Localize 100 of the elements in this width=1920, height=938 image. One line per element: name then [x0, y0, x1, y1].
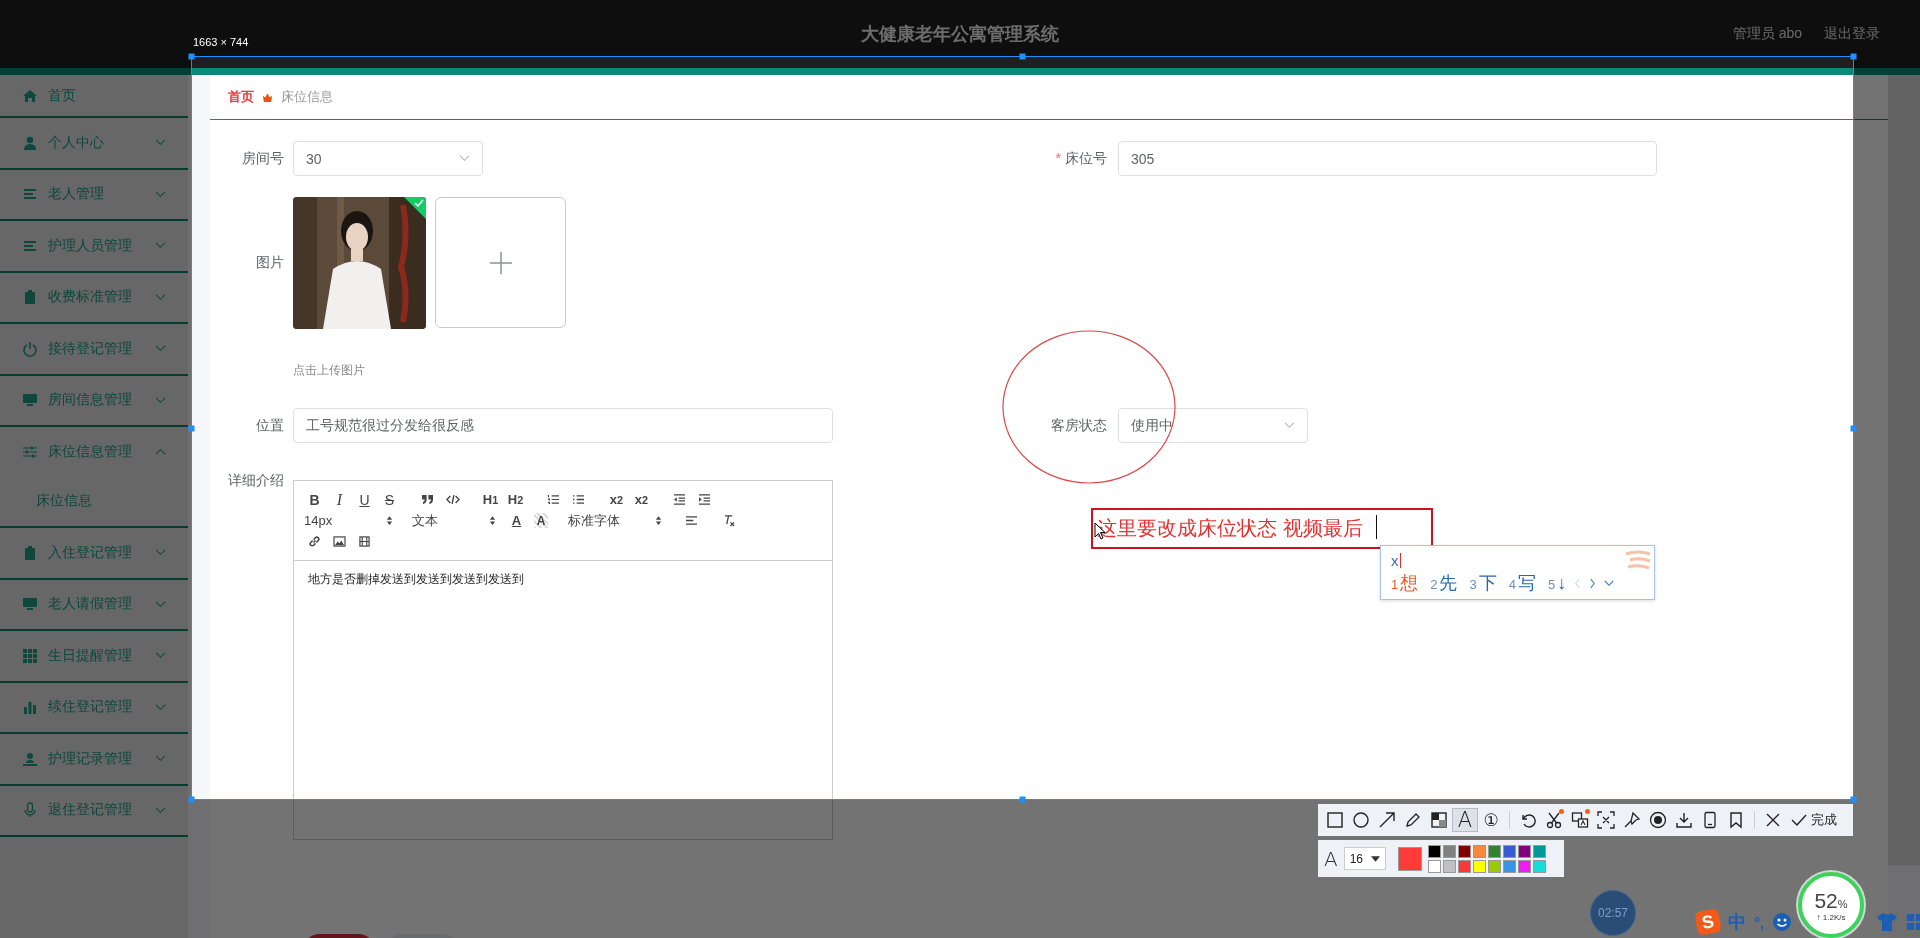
image-icon	[333, 536, 346, 547]
chevron-down-icon	[155, 190, 166, 198]
required-mark: *	[1055, 149, 1061, 168]
link-icon	[308, 535, 321, 548]
ime-candidate[interactable]: 2 先	[1430, 571, 1458, 595]
pin-icon	[1623, 811, 1641, 829]
color-swatch[interactable]	[1472, 844, 1486, 858]
color-swatch[interactable]	[1457, 859, 1471, 873]
chevron-down-icon	[155, 600, 166, 608]
field-label: 房间号	[241, 149, 285, 168]
color-swatch[interactable]	[1427, 844, 1441, 858]
bullet-list-icon	[572, 494, 585, 505]
color-swatch[interactable]	[1532, 844, 1546, 858]
text-cursor	[1376, 515, 1377, 539]
phone-icon	[1701, 811, 1719, 829]
color-swatch[interactable]	[1502, 844, 1516, 858]
chevron-down-icon	[155, 242, 166, 250]
upload-hint: 点击上传图片	[293, 362, 365, 379]
chevron-down-icon	[155, 396, 166, 404]
power-icon	[22, 340, 38, 357]
format-button[interactable]: I	[327, 489, 352, 510]
ime-candidate[interactable]: 1想	[1391, 571, 1419, 595]
color-swatch[interactable]	[1457, 844, 1471, 858]
field-label: 床位号	[1065, 149, 1107, 168]
format-button[interactable]: S	[377, 489, 402, 510]
chevron-down-icon	[155, 139, 166, 147]
location-field[interactable]: 工号规范很过分发给很反感	[293, 408, 833, 443]
translate-icon	[1571, 811, 1589, 829]
size-picker[interactable]: 14px	[302, 510, 397, 531]
smiley-icon[interactable]	[1772, 912, 1793, 932]
color-swatch[interactable]	[1487, 859, 1501, 873]
code-icon	[445, 494, 460, 505]
outdent-icon	[673, 494, 686, 505]
room-select[interactable]: 30	[293, 141, 483, 176]
download-icon	[1675, 811, 1693, 829]
color-swatch[interactable]	[1517, 844, 1531, 858]
bed-number-field[interactable]: 305	[1118, 141, 1657, 176]
color-swatch[interactable]	[1427, 859, 1441, 873]
font-size-label: A	[1324, 846, 1338, 871]
circle-icon	[1352, 811, 1370, 829]
close-icon	[1764, 811, 1782, 829]
bars-icon	[22, 699, 38, 716]
scrollbar[interactable]	[1888, 75, 1920, 865]
breadcrumb-link[interactable]: 首页	[228, 88, 254, 106]
chevron-down-icon	[155, 755, 166, 763]
usage-percent: 52	[1814, 888, 1838, 913]
color-swatch[interactable]	[1517, 859, 1531, 873]
clipboard-icon	[22, 289, 38, 306]
logout-link[interactable]: 退出登录	[1824, 25, 1880, 43]
monitor-icon	[22, 596, 38, 613]
color-swatch[interactable]	[1487, 844, 1501, 858]
format-button[interactable]: U	[352, 489, 377, 510]
status-select[interactable]: 使用中	[1118, 408, 1308, 443]
updown-icon	[386, 515, 393, 526]
video-icon	[359, 536, 370, 547]
color-swatch[interactable]	[1502, 859, 1516, 873]
color-swatch[interactable]	[1442, 859, 1456, 873]
chevron-down-icon	[155, 652, 166, 660]
text-tool[interactable]: A	[1452, 808, 1478, 832]
color-swatch[interactable]	[1442, 844, 1456, 858]
selection-size: 1663 × 744	[190, 35, 252, 49]
selection-frame[interactable]	[187, 52, 1858, 803]
text-color-button[interactable]: A	[504, 510, 529, 531]
grid-icon	[22, 647, 38, 664]
heading-picker[interactable]: 文本	[410, 510, 500, 531]
done-button[interactable]: 完成	[1786, 808, 1841, 832]
ime-candidate[interactable]: 3 下	[1469, 571, 1497, 595]
mosaic-icon	[1430, 811, 1448, 829]
indent-icon	[698, 494, 711, 505]
crown-icon	[262, 91, 273, 103]
current-color-swatch[interactable]	[1397, 846, 1422, 871]
ime-input-text: x	[1391, 551, 1399, 569]
field-label: 图片	[255, 254, 285, 272]
background-color-button[interactable]: A	[534, 513, 548, 528]
align-icon	[685, 515, 698, 526]
chevron-down-icon	[155, 345, 166, 353]
number-tool[interactable]: ①	[1478, 808, 1504, 832]
expand-icon[interactable]	[1604, 579, 1615, 587]
quote-icon	[421, 494, 434, 505]
pencil-icon	[1404, 811, 1422, 829]
stamp-icon	[22, 750, 38, 767]
dropdown-icon	[1370, 855, 1380, 862]
percent-sign: %	[1837, 897, 1848, 910]
upload-speed: ↑ 1.2K/s	[1816, 912, 1846, 922]
ime-candidate[interactable]: 4写	[1508, 571, 1536, 595]
arrow-icon	[1378, 811, 1396, 829]
color-swatch[interactable]	[1532, 859, 1546, 873]
font-picker[interactable]: 标准字体	[566, 510, 666, 531]
font-size-select[interactable]: 16	[1343, 847, 1386, 870]
editor-text[interactable]: 地方是否删掉发送到发送到发送到发送到	[294, 561, 538, 598]
color-swatch[interactable]	[1472, 859, 1486, 873]
next-page-icon[interactable]	[1589, 577, 1597, 589]
updown-icon	[655, 515, 662, 526]
ime-candidate[interactable]: 5↓	[1547, 572, 1567, 594]
record-icon	[1649, 811, 1667, 829]
user-icon	[22, 134, 38, 151]
chevron-down-icon	[155, 703, 166, 711]
undo-icon	[1519, 811, 1537, 829]
format-button[interactable]: B	[302, 489, 327, 510]
app-title: 大健康老年公寓管理系统	[861, 23, 1059, 46]
